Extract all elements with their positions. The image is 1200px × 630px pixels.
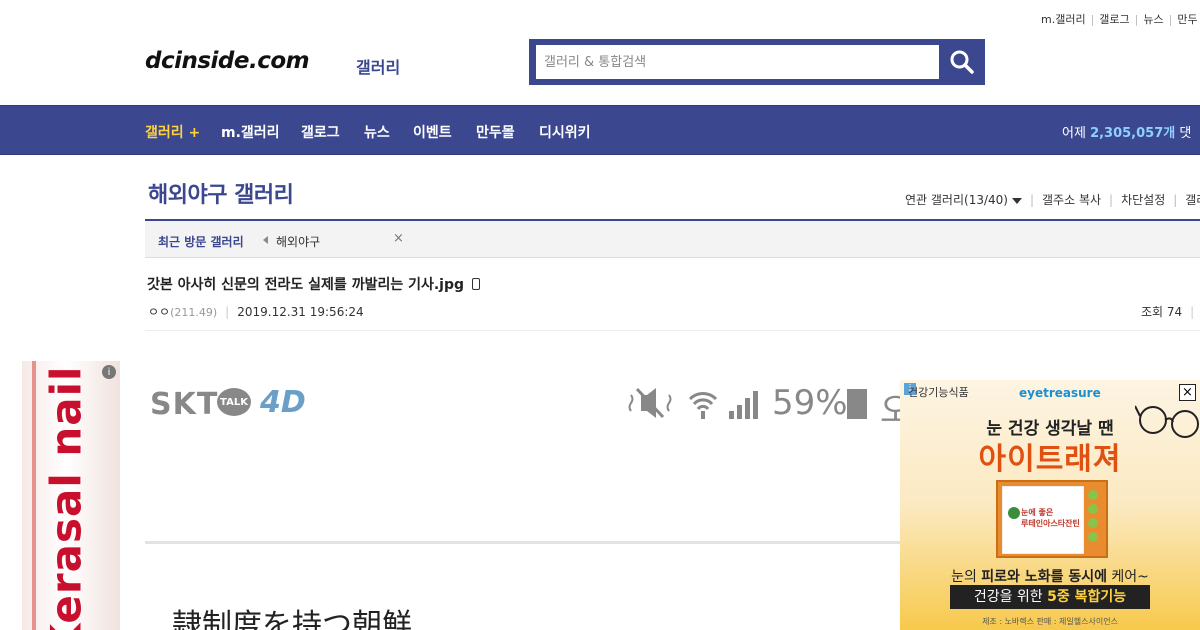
left-ad-banner[interactable]: i Kerasal nail: [22, 361, 120, 630]
daily-stat: 어제 2,305,057개 댓: [1062, 126, 1192, 141]
ad-feature-banner: 건강을 위한 5중 복합기능: [950, 585, 1150, 609]
utility-links: m.갤러리 | 갤로그 | 뉴스 | 만두: [1041, 13, 1198, 26]
main-nav: 갤러리 + m.갤러리 갤로그 뉴스 이벤트 만두몰 디시위키 어제 2,305…: [0, 105, 1200, 155]
recent-item-close-icon[interactable]: ×: [393, 231, 404, 246]
network-icon: 4D: [260, 385, 306, 420]
gallery-option-more[interactable]: 갤러: [1185, 193, 1200, 207]
nav-item-m-gallery[interactable]: m.갤러리: [221, 122, 280, 142]
battery-percent: 59%: [772, 383, 848, 423]
recent-gallery-item[interactable]: 해외야구: [276, 233, 320, 250]
ad-tagline: 눈의 피로와 노화를 동시에 케어~: [951, 569, 1149, 585]
eye-icon: [1008, 507, 1020, 519]
util-link-mandu[interactable]: 만두: [1177, 13, 1197, 26]
post-image-text: 隷制度を持つ朝鮮: [172, 608, 412, 630]
logo-gallery-label[interactable]: 갤러리: [356, 54, 400, 78]
ad-info-icon[interactable]: i: [102, 365, 116, 379]
ad-brand: eyetreasure: [1019, 386, 1101, 400]
page: m.갤러리|갤로그|뉴스|만두 dcinside.com 갤러리 갤러리 + m…: [0, 0, 1200, 630]
nav-item-gallery[interactable]: 갤러리 +: [145, 122, 200, 142]
copy-gallery-address-button[interactable]: 갤주소 복사: [1042, 193, 1101, 207]
related-gallery-dropdown[interactable]: 연관 갤러리(13/40): [905, 193, 1022, 207]
nav-item-news[interactable]: 뉴스: [364, 122, 390, 142]
block-settings-button[interactable]: 차단설정: [1121, 193, 1165, 207]
post-author-ip: (211.49): [170, 306, 218, 319]
gallery-title[interactable]: 해외야구 갤러리: [148, 177, 294, 209]
wifi-icon: [688, 392, 718, 419]
recent-galleries-bar: 최근 방문 갤러리 해외야구 ×: [145, 219, 1200, 258]
battery-icon: [847, 389, 867, 419]
recent-galleries-label: 최근 방문 갤러리: [158, 235, 244, 249]
post-author[interactable]: ㅇㅇ: [148, 305, 170, 319]
ad-stripe: [32, 361, 36, 630]
mobile-icon: [472, 278, 481, 290]
chevron-down-icon: [1011, 197, 1022, 204]
post-views: 조회 74 |: [1141, 305, 1195, 319]
product-box-face: 눈에 좋은 루테인아스타잔틴: [1002, 486, 1084, 554]
ad-product-box: 눈에 좋은 루테인아스타잔틴: [996, 480, 1108, 558]
site-logo[interactable]: dcinside.com: [145, 48, 310, 74]
signal-icon: [729, 391, 758, 419]
post-meta: ㅇㅇ(211.49) | 2019.12.31 19:56:24: [148, 305, 364, 319]
ad-brand-name: Kerasal nail: [41, 365, 91, 630]
post-date: 2019.12.31 19:56:24: [237, 305, 364, 319]
ad-footer: 제조 : 노바렉스 판매 : 제일헬스사이언스: [982, 617, 1118, 626]
search-box: [529, 39, 985, 85]
talk-icon: TALK: [217, 388, 251, 416]
nav-item-gallog[interactable]: 갤로그: [301, 122, 340, 142]
util-link-m-gallery[interactable]: m.갤러리: [1041, 13, 1086, 26]
ad-category: 건강기능식품: [908, 386, 969, 399]
util-link-gallog[interactable]: 갤로그: [1099, 13, 1129, 26]
nav-item-mandumall[interactable]: 만두몰: [476, 122, 515, 142]
ad-product-name: 아이트래져: [978, 442, 1122, 477]
right-ad-banner[interactable]: i 건강기능식품 eyetreasure × 눈 건강 생각날 땐 아이트래져 …: [900, 380, 1200, 630]
search-button[interactable]: [939, 39, 985, 85]
daily-stat-value: 2,305,057개: [1090, 126, 1176, 141]
search-input[interactable]: [536, 45, 939, 79]
prev-arrow-icon[interactable]: [263, 236, 268, 244]
nav-item-dcwiki[interactable]: 디시위키: [539, 122, 591, 142]
nav-item-event[interactable]: 이벤트: [413, 122, 452, 142]
gallery-options: 연관 갤러리(13/40)|갤주소 복사|차단설정|갤러: [905, 191, 1200, 208]
search-icon: [950, 50, 974, 74]
product-box-text: 눈에 좋은 루테인아스타잔틴: [1021, 508, 1080, 528]
util-link-news[interactable]: 뉴스: [1143, 13, 1163, 26]
product-dots: [1088, 490, 1102, 550]
mute-icon: [628, 387, 672, 419]
post-title: 갓본 아사히 신문의 전라도 실제를 까발리는 기사.jpg: [147, 274, 481, 294]
carrier-label: SKT: [150, 387, 219, 422]
